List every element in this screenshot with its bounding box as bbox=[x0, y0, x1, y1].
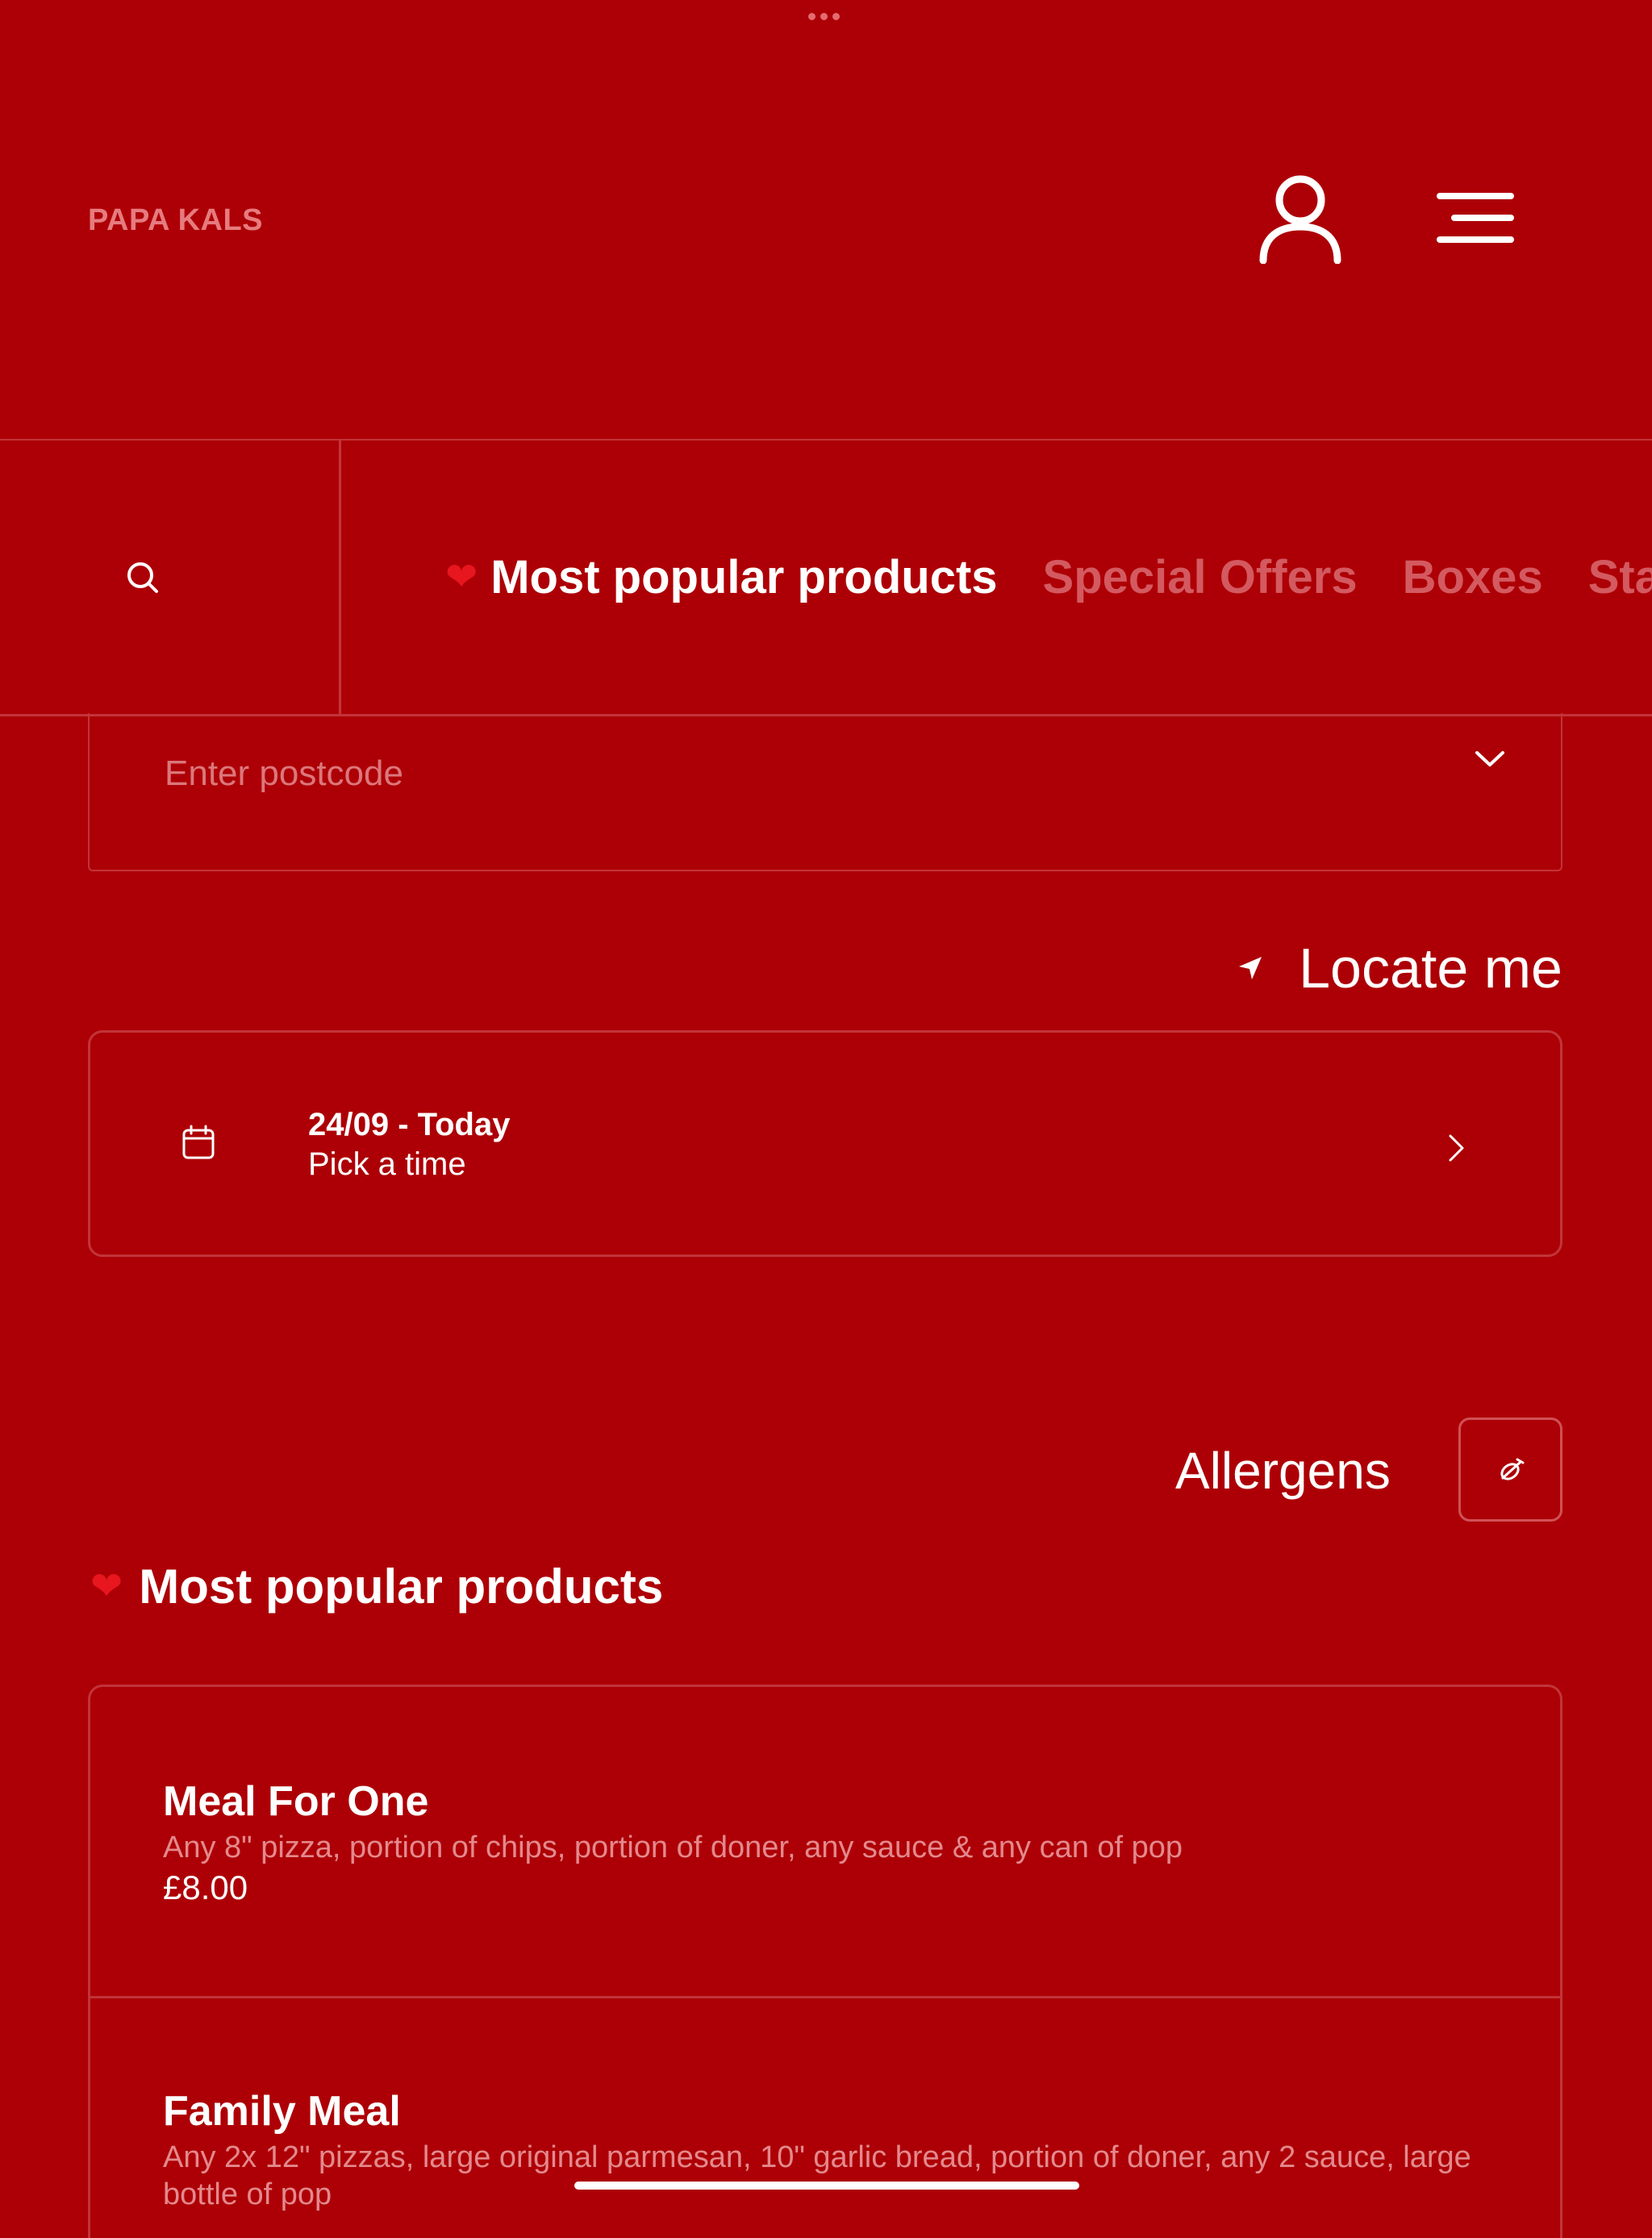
menu-icon[interactable] bbox=[1435, 190, 1517, 246]
allergen-icon bbox=[1500, 1458, 1524, 1480]
locate-me-label: Locate me bbox=[1299, 937, 1562, 1000]
tab-boxes[interactable]: Boxes bbox=[1403, 550, 1543, 604]
chevron-right-icon bbox=[1449, 1134, 1464, 1162]
tab-special-offers[interactable]: Special Offers bbox=[1043, 550, 1358, 604]
allergens-label: Allergens bbox=[1175, 1442, 1391, 1500]
heart-icon: ❤ bbox=[90, 1564, 123, 1608]
product-card[interactable]: Family Meal Any 2x 12" pizzas, large ori… bbox=[88, 1996, 1562, 2238]
product-name: Meal For One bbox=[163, 1778, 429, 1825]
date-title: 24/09 - Today bbox=[308, 1107, 511, 1142]
product-description: Any 2x 12" pizzas, large original parmes… bbox=[163, 2140, 1471, 2211]
allergens-filter-button[interactable] bbox=[1458, 1418, 1562, 1522]
brand-logo[interactable]: PAPA KALS bbox=[88, 203, 263, 238]
postcode-field[interactable]: Enter postcode bbox=[88, 713, 1562, 871]
category-tabs: ❤ Most popular products Special Offers B… bbox=[445, 441, 1652, 714]
product-name: Family Meal bbox=[163, 2088, 401, 2135]
section-title-text: Most popular products bbox=[139, 1560, 664, 1614]
search-icon bbox=[127, 562, 158, 593]
category-nav: ❤ Most popular products Special Offers B… bbox=[0, 439, 1652, 716]
postcode-input[interactable]: Enter postcode bbox=[165, 754, 403, 794]
tab-label: Most popular products bbox=[490, 551, 998, 603]
section-title: ❤ Most popular products bbox=[90, 1559, 663, 1614]
account-icon[interactable] bbox=[1258, 173, 1342, 264]
tab-partial[interactable]: Sta bbox=[1588, 550, 1652, 604]
location-arrow-icon bbox=[1239, 957, 1262, 979]
product-description: Any 8" pizza, portion of chips, portion … bbox=[163, 1831, 1183, 1864]
date-picker[interactable]: 24/09 - Today Pick a time bbox=[88, 1030, 1562, 1257]
calendar-icon bbox=[182, 1125, 215, 1159]
chevron-down-icon[interactable] bbox=[1474, 749, 1506, 770]
heart-icon: ❤ bbox=[445, 555, 478, 599]
date-subtitle: Pick a time bbox=[308, 1146, 466, 1182]
tab-most-popular[interactable]: ❤ Most popular products bbox=[445, 550, 998, 604]
product-card[interactable]: Meal For One Any 8" pizza, portion of ch… bbox=[88, 1685, 1562, 1999]
product-price: £8.00 bbox=[163, 1868, 248, 1906]
home-indicator[interactable] bbox=[574, 2182, 1079, 2190]
locate-me-button[interactable]: Locate me bbox=[1237, 936, 1562, 1000]
search-button[interactable] bbox=[0, 441, 341, 714]
window-grabber[interactable] bbox=[808, 13, 840, 20]
